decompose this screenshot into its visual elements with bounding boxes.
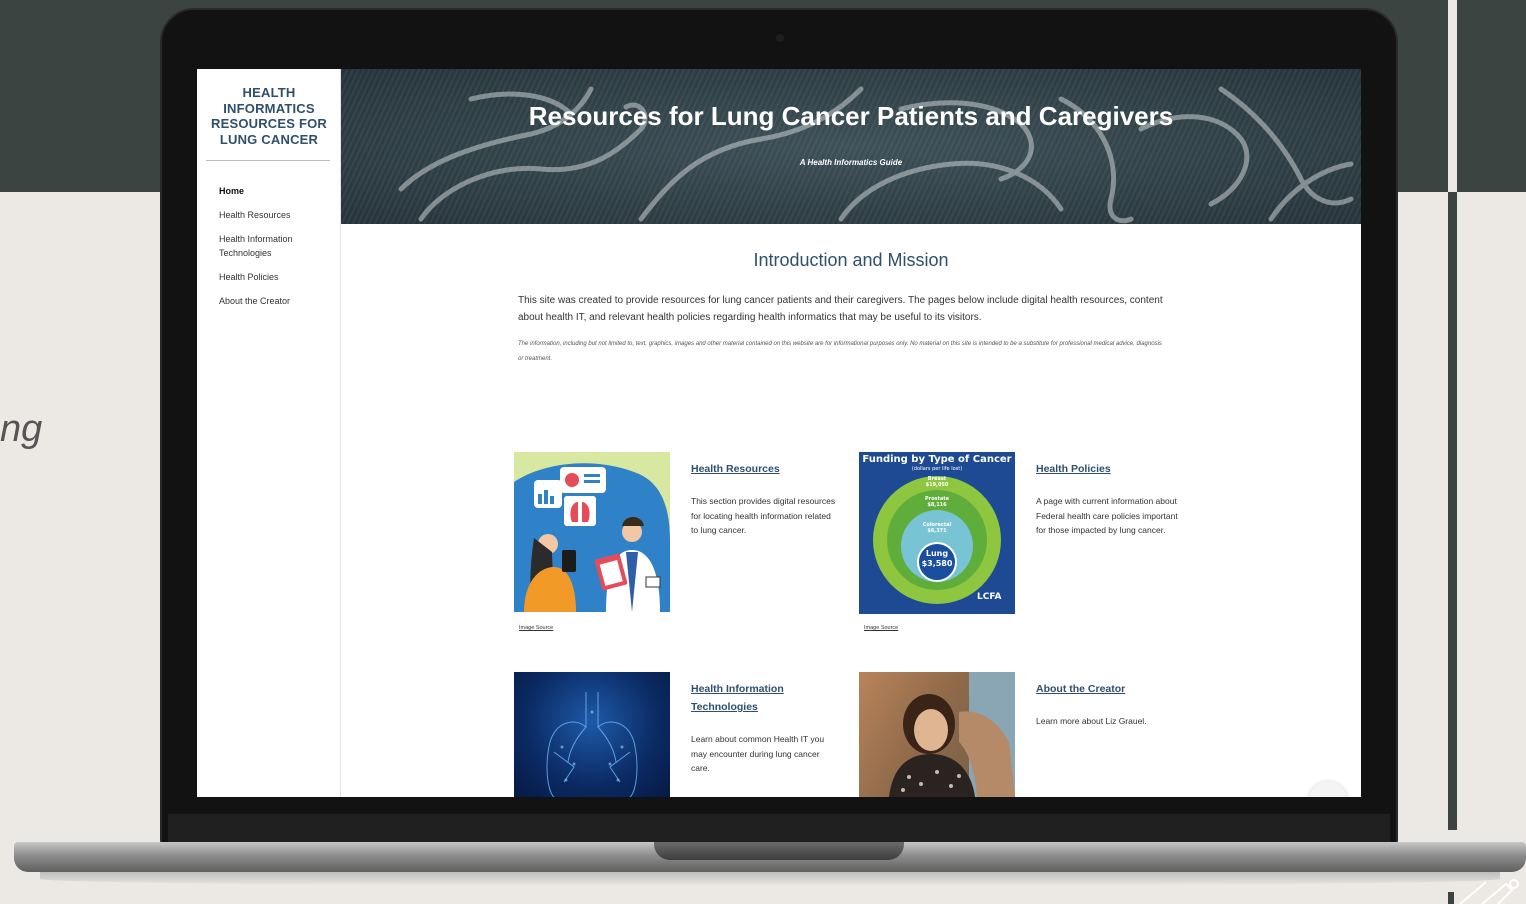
- page-title: Resources for Lung Cancer Patients and C…: [528, 101, 1174, 131]
- sidebar-nav: Home Health Resources Health Information…: [219, 184, 331, 318]
- site-title[interactable]: HEALTH INFORMATICS RESOURCES FOR LUNG CA…: [206, 85, 332, 147]
- funding-image-subtitle: (dollars per life lost): [911, 466, 963, 472]
- ring-label-lung: Lung: [925, 549, 949, 558]
- laptop-bezel-bottom: [168, 814, 1390, 842]
- sidebar: HEALTH INFORMATICS RESOURCES FOR LUNG CA…: [197, 69, 341, 797]
- sidebar-item-home[interactable]: Home: [219, 184, 331, 198]
- card-title-about-the-creator[interactable]: About the Creator: [1036, 680, 1186, 698]
- card-desc-health-resources: This section provides digital resources …: [691, 496, 836, 535]
- page-subtitle: A Health Informatics Guide: [799, 158, 903, 167]
- ring-value-breast: $19,050: [925, 482, 949, 488]
- backdrop-cropped-text: ng: [0, 408, 43, 450]
- ring-value-lung: $3,580: [921, 559, 953, 568]
- backdrop-right-panel: [1457, 0, 1526, 192]
- ring-value-prostate: $8,116: [927, 502, 947, 508]
- card-desc-health-policies: A page with current information about Fe…: [1036, 496, 1178, 535]
- sidebar-item-health-information-technologies[interactable]: Health Information Technologies: [219, 232, 331, 260]
- backdrop-vertical-strip-light: [1448, 0, 1457, 192]
- sidebar-item-about-the-creator[interactable]: About the Creator: [219, 294, 331, 308]
- card-title-health-resources[interactable]: Health Resources: [691, 460, 841, 478]
- funding-by-cancer-image[interactable]: Funding by Type of Cancer (dollars per l…: [859, 452, 1015, 614]
- browser-screen: HEALTH INFORMATICS RESOURCES FOR LUNG CA…: [197, 69, 1361, 797]
- intro-paragraph: This site was created to provide resourc…: [518, 295, 1163, 323]
- creator-photo[interactable]: [859, 672, 1015, 797]
- scroll-to-top-button[interactable]: [1309, 781, 1347, 797]
- ring-value-colorectal: $6,371: [927, 528, 947, 534]
- card-title-health-information-technologies[interactable]: Health Information Technologies: [691, 680, 841, 716]
- laptop-notch: [654, 842, 904, 860]
- laptop-shadow: [40, 872, 1500, 886]
- disclaimer-text: The information, including but not limit…: [518, 341, 1162, 362]
- sidebar-item-health-policies[interactable]: Health Policies: [219, 270, 331, 284]
- health-resources-image[interactable]: [514, 452, 670, 612]
- corner-logo-icon: [1448, 879, 1519, 904]
- lcfa-logo: LCFA: [977, 592, 1002, 602]
- card-desc-health-information-technologies: Learn about common Health IT you may enc…: [691, 734, 825, 773]
- funding-image-title: Funding by Type of Cancer: [862, 454, 1012, 465]
- health-it-image[interactable]: [514, 672, 670, 797]
- card-desc-about-the-creator: Learn more about Liz Grauel.: [1036, 716, 1147, 726]
- card-title-health-policies[interactable]: Health Policies: [1036, 460, 1186, 478]
- image-source-link[interactable]: Image Source: [519, 625, 553, 631]
- webcam-icon: [776, 34, 784, 42]
- lung-embroidery-illustration: [398, 86, 1354, 224]
- image-source-link[interactable]: Image Source: [864, 625, 898, 631]
- intro-heading: Introduction and Mission: [753, 250, 949, 270]
- sidebar-divider: [206, 160, 330, 161]
- hero-banner: Resources for Lung Cancer Patients and C…: [341, 69, 1361, 224]
- sidebar-item-health-resources[interactable]: Health Resources: [219, 208, 331, 222]
